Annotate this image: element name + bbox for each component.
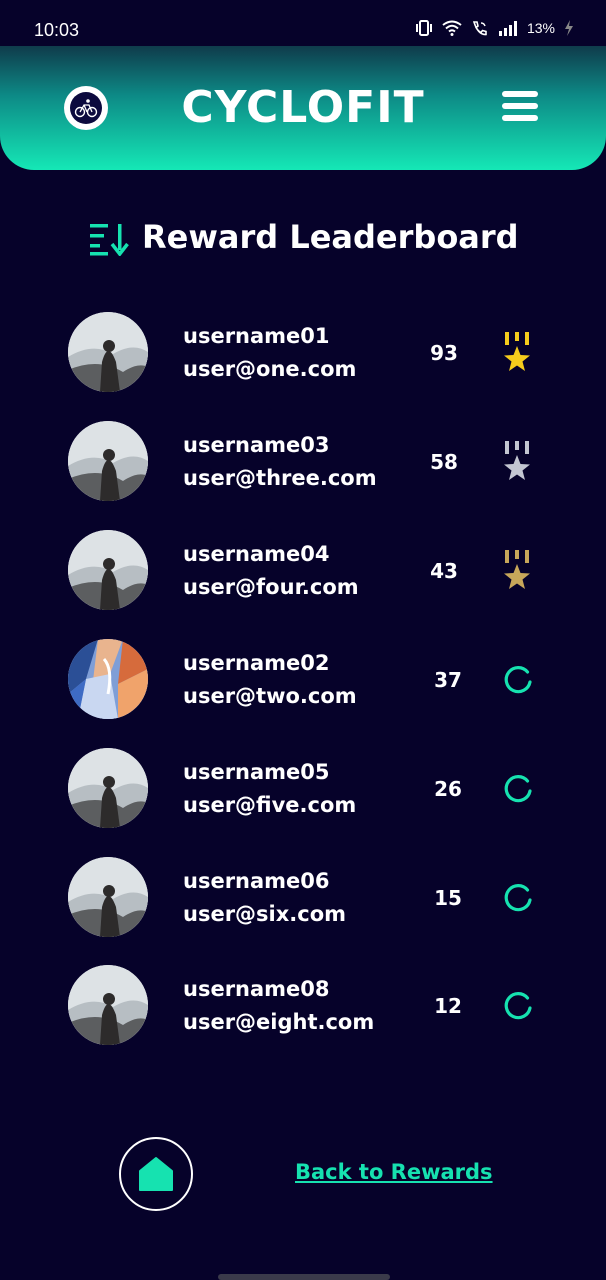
avatar (68, 530, 148, 610)
points: 93 (430, 341, 458, 365)
avatar (68, 421, 148, 501)
username: username01 (183, 324, 330, 348)
bronze-medal-icon (504, 550, 530, 589)
email: user@eight.com (183, 1010, 375, 1034)
gold-medal-icon (504, 332, 530, 371)
vibrate-icon (415, 20, 432, 36)
loading-spinner-icon (504, 775, 532, 803)
home-button[interactable] (119, 1137, 193, 1211)
points: 58 (430, 450, 458, 474)
status-time: 10:03 (34, 20, 80, 40)
avatar (68, 312, 148, 392)
leaderboard-row[interactable]: username03 user@three.com 58 (0, 421, 606, 511)
username: username06 (183, 869, 330, 893)
status-icons: 13% (415, 20, 574, 36)
loading-spinner-icon (504, 992, 532, 1020)
points: 15 (434, 886, 462, 910)
leaderboard-row[interactable]: username01 user@one.com 93 (0, 312, 606, 402)
username: username04 (183, 542, 330, 566)
email: user@four.com (183, 575, 359, 599)
email: user@six.com (183, 902, 347, 926)
home-icon (139, 1157, 173, 1191)
loading-spinner-icon (504, 666, 532, 694)
silver-medal-icon (504, 441, 530, 480)
back-to-rewards-link[interactable]: Back to Rewards (295, 1160, 493, 1184)
username: username05 (183, 760, 330, 784)
avatar (68, 748, 148, 828)
gesture-bar (218, 1274, 390, 1280)
leaderboard-row[interactable]: username05 user@five.com 26 (0, 748, 606, 838)
username: username03 (183, 433, 330, 457)
points: 12 (434, 994, 462, 1018)
points: 26 (434, 777, 462, 801)
app-header: CYCLOFIT (0, 46, 606, 170)
sort-descending-icon (90, 224, 129, 256)
avatar (68, 639, 148, 719)
avatar (68, 965, 148, 1045)
wifi-icon (442, 20, 462, 36)
signal-icon (498, 21, 517, 36)
hamburger-menu-icon[interactable] (502, 91, 540, 123)
leaderboard-row[interactable]: username08 user@eight.com 12 (0, 965, 606, 1055)
email: user@three.com (183, 466, 377, 490)
email: user@one.com (183, 357, 357, 381)
leaderboard-row[interactable]: username04 user@four.com 43 (0, 530, 606, 620)
username: username08 (183, 977, 330, 1001)
username: username02 (183, 651, 330, 675)
page-heading: Reward Leaderboard (0, 214, 606, 264)
email: user@five.com (183, 793, 357, 817)
page-title: Reward Leaderboard (142, 218, 519, 256)
battery-charging-icon (565, 20, 573, 36)
wifi-call-icon (472, 21, 487, 36)
loading-spinner-icon (504, 884, 532, 912)
points: 37 (434, 668, 462, 692)
battery-percent: 13% (526, 20, 555, 36)
leaderboard-row[interactable]: username02 user@two.com 37 (0, 639, 606, 729)
leaderboard-row[interactable]: username06 user@six.com 15 (0, 857, 606, 947)
avatar (68, 857, 148, 937)
points: 43 (430, 559, 458, 583)
email: user@two.com (183, 684, 357, 708)
